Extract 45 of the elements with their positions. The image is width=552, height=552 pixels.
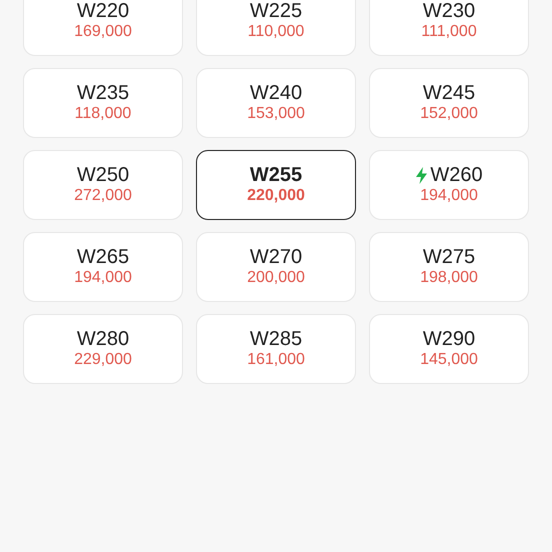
price-label: 229,000 bbox=[74, 350, 132, 370]
size-label: W235 bbox=[76, 82, 130, 104]
price-label: 145,000 bbox=[420, 350, 478, 370]
price-label: 194,000 bbox=[420, 186, 478, 206]
price-label: 194,000 bbox=[74, 268, 132, 288]
size-option[interactable]: W230 111,000 bbox=[369, 0, 529, 56]
price-label: 200,000 bbox=[247, 268, 305, 288]
size-label: W285 bbox=[250, 328, 302, 350]
size-option[interactable]: W225 110,000 bbox=[196, 0, 356, 56]
price-label: 169,000 bbox=[74, 22, 132, 42]
price-label: 272,000 bbox=[74, 186, 132, 206]
size-label: W225 bbox=[250, 0, 302, 22]
size-label: W270 bbox=[250, 246, 302, 268]
size-label: W275 bbox=[422, 246, 476, 268]
size-option[interactable]: W235 118,000 bbox=[23, 68, 183, 138]
size-label: W250 bbox=[76, 164, 130, 186]
price-label: 153,000 bbox=[247, 104, 305, 124]
size-label: W265 bbox=[76, 246, 130, 268]
size-option[interactable]: W250 272,000 bbox=[23, 150, 183, 220]
size-option[interactable]: W290 145,000 bbox=[369, 314, 529, 384]
size-option[interactable]: W245 152,000 bbox=[369, 68, 529, 138]
size-option[interactable]: W240 153,000 bbox=[196, 68, 356, 138]
size-label: W280 bbox=[76, 328, 130, 350]
price-label: 198,000 bbox=[420, 268, 478, 288]
price-label: 161,000 bbox=[247, 350, 305, 370]
size-label: W290 bbox=[422, 328, 476, 350]
price-label: 118,000 bbox=[74, 104, 132, 124]
size-option[interactable]: W220 169,000 bbox=[23, 0, 183, 56]
size-label: W260 bbox=[430, 164, 483, 186]
size-option[interactable]: W270 200,000 bbox=[196, 232, 356, 302]
size-label: W230 bbox=[422, 0, 476, 22]
price-label: 220,000 bbox=[247, 186, 305, 206]
size-option[interactable]: W260 194,000 bbox=[369, 150, 529, 220]
price-label: 111,000 bbox=[421, 22, 477, 42]
price-label: 152,000 bbox=[420, 104, 478, 124]
price-label: 110,000 bbox=[248, 22, 304, 42]
size-option[interactable]: W265 194,000 bbox=[23, 232, 183, 302]
size-label: W255 bbox=[250, 164, 302, 186]
size-option[interactable]: W285 161,000 bbox=[196, 314, 356, 384]
size-label: W245 bbox=[422, 82, 476, 104]
size-option[interactable]: W280 229,000 bbox=[23, 314, 183, 384]
size-option[interactable]: W255 220,000 bbox=[196, 150, 356, 220]
size-label: W220 bbox=[76, 0, 130, 22]
size-label: W240 bbox=[250, 82, 302, 104]
size-option[interactable]: W275 198,000 bbox=[369, 232, 529, 302]
